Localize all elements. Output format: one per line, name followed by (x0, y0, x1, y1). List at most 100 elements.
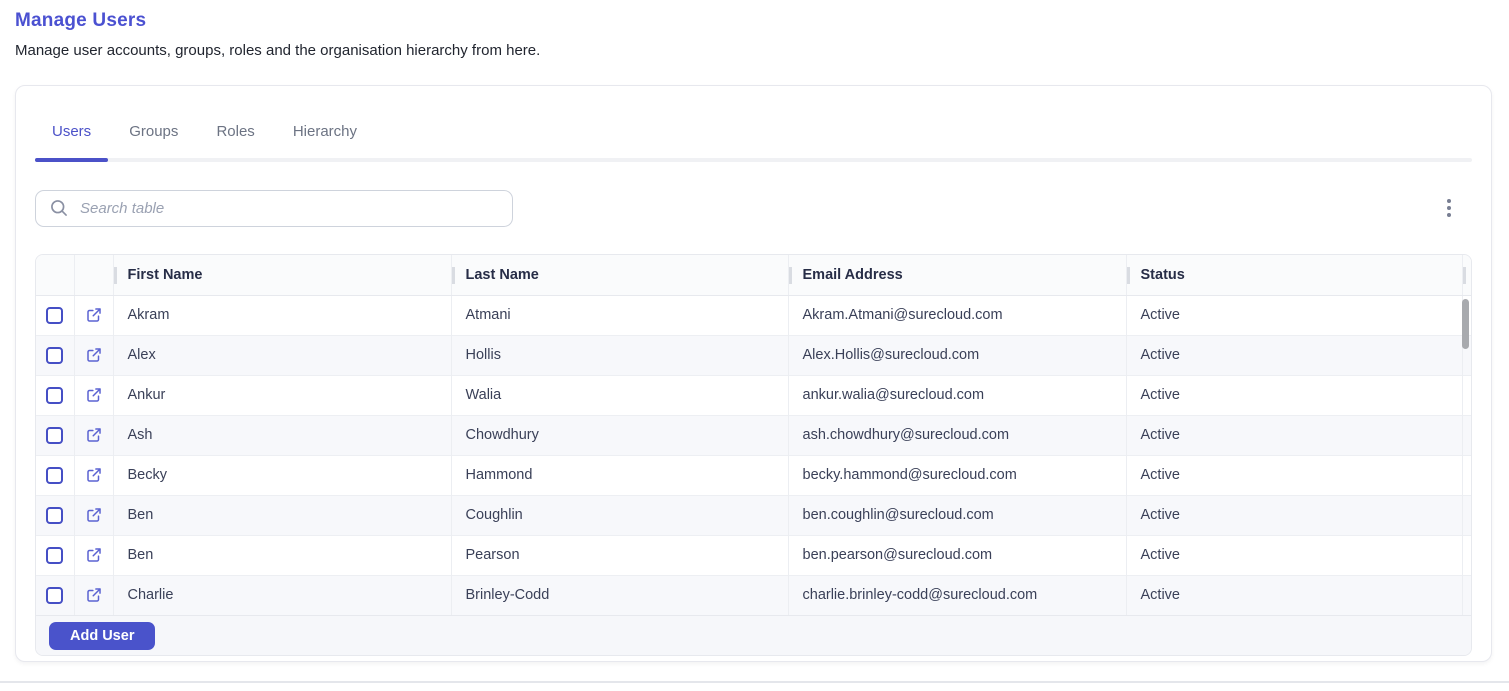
cell-status: Active (1126, 375, 1462, 415)
cell-scroll-gutter (1462, 575, 1471, 615)
cell-last-name: Hammond (451, 455, 788, 495)
search-input[interactable] (78, 199, 499, 218)
cell-email: charlie.brinley-codd@surecloud.com (788, 575, 1126, 615)
tab-bar: Users Groups Roles Hierarchy (35, 115, 1472, 162)
add-user-button[interactable]: Add User (49, 622, 155, 650)
tab-users[interactable]: Users (35, 115, 108, 162)
row-select-cell (36, 375, 74, 415)
column-resize-handle[interactable] (1463, 267, 1466, 284)
cell-first-name: Ash (113, 415, 451, 455)
row-select-cell (36, 575, 74, 615)
cell-first-name: Becky (113, 455, 451, 495)
cell-last-name: Brinley-Codd (451, 575, 788, 615)
cell-status: Active (1126, 335, 1462, 375)
cell-last-name: Pearson (451, 535, 788, 575)
cell-email: becky.hammond@surecloud.com (788, 455, 1126, 495)
cell-first-name: Akram (113, 295, 451, 335)
row-checkbox[interactable] (46, 387, 63, 404)
page-title: Manage Users (15, 10, 540, 32)
header-status[interactable]: Status (1126, 255, 1462, 295)
tab-track (35, 158, 1472, 162)
column-resize-handle[interactable] (1127, 267, 1130, 284)
external-link-icon[interactable] (85, 586, 103, 604)
header-email-address[interactable]: Email Address (788, 255, 1126, 295)
page-subtitle: Manage user accounts, groups, roles and … (15, 42, 540, 59)
cell-last-name: Chowdhury (451, 415, 788, 455)
cell-first-name: Ben (113, 535, 451, 575)
search-icon (49, 198, 69, 218)
table-footer: Add User (36, 615, 1471, 655)
row-select-cell (36, 495, 74, 535)
row-open-cell (74, 295, 113, 335)
cell-status: Active (1126, 295, 1462, 335)
cell-scroll-gutter (1462, 375, 1471, 415)
cell-status: Active (1126, 415, 1462, 455)
cell-status: Active (1126, 455, 1462, 495)
column-resize-handle[interactable] (114, 267, 117, 284)
external-link-icon[interactable] (85, 466, 103, 484)
kebab-menu-icon[interactable] (1438, 196, 1460, 220)
table-row[interactable]: Ben Coughlin ben.coughlin@surecloud.com … (36, 495, 1471, 535)
table-row[interactable]: Ash Chowdhury ash.chowdhury@surecloud.co… (36, 415, 1471, 455)
cell-scroll-gutter (1462, 495, 1471, 535)
external-link-icon[interactable] (85, 386, 103, 404)
vertical-scrollbar[interactable] (1462, 299, 1469, 349)
column-resize-handle[interactable] (789, 267, 792, 284)
tab-hierarchy[interactable]: Hierarchy (276, 115, 374, 162)
cell-last-name: Walia (451, 375, 788, 415)
row-checkbox[interactable] (46, 347, 63, 364)
table-row[interactable]: Charlie Brinley-Codd charlie.brinley-cod… (36, 575, 1471, 615)
table-row[interactable]: Ankur Walia ankur.walia@surecloud.com Ac… (36, 375, 1471, 415)
cell-scroll-gutter (1462, 455, 1471, 495)
row-select-cell (36, 535, 74, 575)
cell-first-name: Ankur (113, 375, 451, 415)
row-select-cell (36, 335, 74, 375)
external-link-icon[interactable] (85, 546, 103, 564)
row-checkbox[interactable] (46, 467, 63, 484)
cell-email: Akram.Atmani@surecloud.com (788, 295, 1126, 335)
header-first-name[interactable]: First Name (113, 255, 451, 295)
cell-first-name: Charlie (113, 575, 451, 615)
row-open-cell (74, 575, 113, 615)
table-header-row: First Name Last Name Email Address Statu… (36, 255, 1471, 295)
manage-users-card: Users Groups Roles Hierarchy (15, 85, 1492, 662)
row-open-cell (74, 535, 113, 575)
external-link-icon[interactable] (85, 426, 103, 444)
row-checkbox[interactable] (46, 307, 63, 324)
row-checkbox[interactable] (46, 427, 63, 444)
cell-last-name: Atmani (451, 295, 788, 335)
table-row[interactable]: Akram Atmani Akram.Atmani@surecloud.com … (36, 295, 1471, 335)
table-row[interactable]: Becky Hammond becky.hammond@surecloud.co… (36, 455, 1471, 495)
header-open-column (74, 255, 113, 295)
row-checkbox[interactable] (46, 507, 63, 524)
row-open-cell (74, 495, 113, 535)
row-select-cell (36, 295, 74, 335)
cell-first-name: Ben (113, 495, 451, 535)
cell-email: Alex.Hollis@surecloud.com (788, 335, 1126, 375)
row-select-cell (36, 455, 74, 495)
search-box[interactable] (35, 190, 513, 227)
tab-roles[interactable]: Roles (199, 115, 271, 162)
users-table: First Name Last Name Email Address Statu… (35, 254, 1472, 656)
row-open-cell (74, 335, 113, 375)
tab-groups[interactable]: Groups (112, 115, 195, 162)
external-link-icon[interactable] (85, 506, 103, 524)
table-toolbar (35, 189, 1472, 227)
header-last-name[interactable]: Last Name (451, 255, 788, 295)
table-row[interactable]: Ben Pearson ben.pearson@surecloud.com Ac… (36, 535, 1471, 575)
external-link-icon[interactable] (85, 346, 103, 364)
row-open-cell (74, 375, 113, 415)
cell-status: Active (1126, 575, 1462, 615)
page-header: Manage Users Manage user accounts, group… (15, 10, 540, 59)
column-resize-handle[interactable] (452, 267, 455, 284)
cell-last-name: Hollis (451, 335, 788, 375)
row-open-cell (74, 455, 113, 495)
table-row[interactable]: Alex Hollis Alex.Hollis@surecloud.com Ac… (36, 335, 1471, 375)
cell-email: ben.pearson@surecloud.com (788, 535, 1126, 575)
header-select-column (36, 255, 74, 295)
external-link-icon[interactable] (85, 306, 103, 324)
row-checkbox[interactable] (46, 587, 63, 604)
row-checkbox[interactable] (46, 547, 63, 564)
cell-first-name: Alex (113, 335, 451, 375)
row-select-cell (36, 415, 74, 455)
